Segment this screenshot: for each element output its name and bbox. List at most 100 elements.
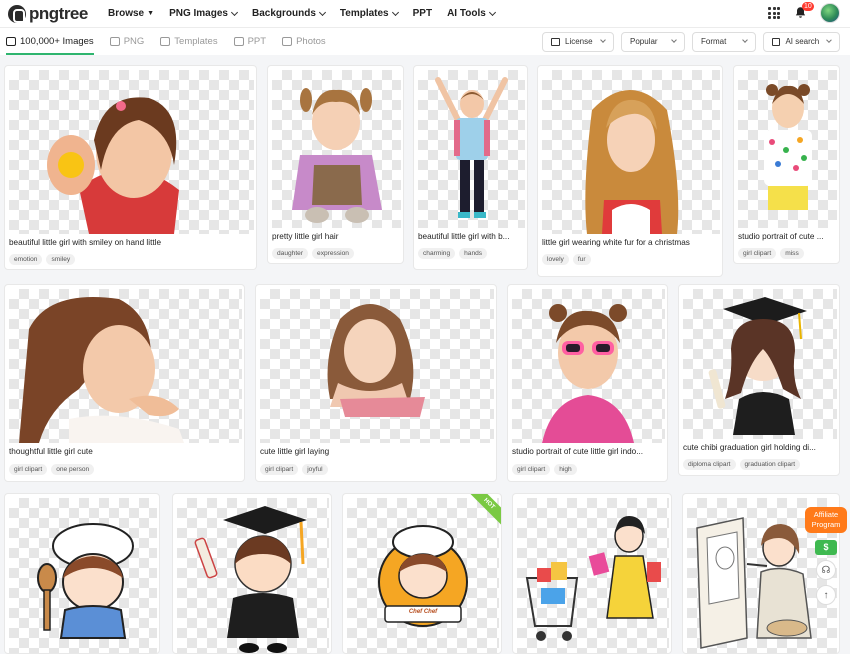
result-card[interactable] [4,493,160,654]
card-title[interactable]: cute little girl laying [260,447,492,456]
tab-images[interactable]: 100,000+ Images [6,28,94,55]
tag[interactable]: fur [572,254,591,265]
tab-photos[interactable]: Photos [282,28,326,55]
thumbnail[interactable] [738,70,837,228]
tag[interactable]: miss [780,248,804,259]
tag[interactable]: high [554,464,577,475]
tag[interactable]: girl clipart [738,248,777,259]
user-avatar[interactable] [820,3,840,23]
format-dropdown[interactable]: Format [692,31,756,52]
license-dropdown[interactable]: License [542,31,614,52]
card-title[interactable]: little girl wearing white fur for a chri… [542,238,718,247]
nav-ai-tools[interactable]: AI Tools [447,8,496,19]
tab-templates-label: Templates [174,36,218,47]
logo-mark-icon [8,4,26,23]
chevron-down-icon [742,37,748,43]
tag[interactable]: graduation clipart [739,459,801,470]
result-card[interactable]: cute little girl laying girl clipart joy… [255,284,497,482]
thumbnail[interactable] [418,70,525,228]
tab-png[interactable]: PNG [109,28,144,55]
headset-icon: ☊ [821,564,831,576]
result-card[interactable]: studio portrait of cute ... girl clipart… [733,65,840,264]
pngtree-logo[interactable]: pngtree [8,4,96,24]
filter-dropdowns: License Popular Format AI search [535,28,840,55]
tag[interactable]: emotion [9,254,43,265]
nav-png-images-label: PNG Images [169,8,228,19]
thumbnail[interactable]: Chef Chef [347,498,499,653]
result-card[interactable]: pretty little girl hair daughter express… [267,65,404,264]
nav-backgrounds-label: Backgrounds [251,8,316,19]
result-card[interactable]: little girl wearing white fur for a chri… [537,65,723,277]
girl-smiley-hand-image [47,97,179,234]
thumbnail[interactable] [177,498,329,653]
thoughtful-girl-image [19,297,184,443]
thumbnail[interactable] [260,289,494,443]
tag[interactable]: one person [51,464,95,475]
tab-templates[interactable]: Templates [160,28,218,55]
result-card[interactable]: beautiful little girl with smiley on han… [4,65,257,270]
nav-templates-label: Templates [339,8,389,19]
nav-browse[interactable]: Browse ▼ [108,8,154,19]
tag[interactable]: diploma clipart [683,459,736,470]
tab-ppt-label: PPT [247,36,267,47]
license-icon [551,37,560,46]
tab-images-label: 100,000+ Images [20,36,94,47]
thumbnail[interactable] [512,289,665,443]
card-title[interactable]: thoughtful little girl cute [9,447,240,456]
notifications-button[interactable]: 10 [794,2,814,20]
tag[interactable]: smiley [46,254,76,265]
result-card[interactable]: Chef Chef HOT [342,493,502,654]
back-to-top-button[interactable]: ↑ [816,585,836,605]
card-title[interactable]: beautiful little girl with b... [418,232,523,241]
nav-templates[interactable]: Templates [339,8,399,19]
chevron-down-icon [671,37,677,43]
nav-browse-label: Browse [108,8,145,19]
tag[interactable]: joyful [302,464,328,475]
tab-ppt[interactable]: PPT [233,28,267,55]
card-title[interactable]: cute chibi graduation girl holding di... [683,443,835,452]
card-title[interactable]: studio portrait of cute little girl indo… [512,447,663,456]
sort-dropdown[interactable]: Popular [621,31,685,52]
result-card[interactable]: cute chibi graduation girl holding di...… [678,284,840,476]
ai-search-dropdown[interactable]: AI search [763,31,840,52]
result-card[interactable]: beautiful little girl with b... charming… [413,65,528,270]
result-card[interactable] [172,493,332,654]
result-card[interactable]: thoughtful little girl cute girl clipart… [4,284,245,482]
logo-text: pngtree [29,3,88,23]
cash-icon[interactable]: $ [815,540,837,555]
nav-ppt[interactable]: PPT [413,8,432,19]
tag[interactable]: lovely [542,254,569,265]
thumbnail[interactable] [9,498,157,653]
thumbnail[interactable] [683,289,837,439]
tag[interactable]: girl clipart [9,464,48,475]
nav-backgrounds[interactable]: Backgrounds [251,8,326,19]
result-card[interactable] [512,493,672,654]
thumbnail[interactable] [272,70,401,228]
card-title[interactable]: studio portrait of cute ... [738,232,835,241]
thumbnail[interactable] [517,498,669,653]
thumbnail[interactable] [542,70,720,234]
ppt-icon [233,37,244,46]
apps-grid-icon[interactable] [768,7,780,19]
tag[interactable]: girl clipart [512,464,551,475]
card-tags: charming hands [418,248,491,259]
affiliate-program-button[interactable]: Affiliate Program [805,507,847,533]
thumbnail[interactable] [9,70,254,234]
result-card[interactable]: studio portrait of cute little girl indo… [507,284,668,482]
card-tags: girl clipart joyful [260,464,332,475]
tag[interactable]: charming [418,248,456,259]
card-title[interactable]: pretty little girl hair [272,232,399,241]
tag[interactable]: expression [312,248,354,259]
tag[interactable]: hands [459,248,488,259]
card-title[interactable]: beautiful little girl with smiley on han… [9,238,252,247]
card-tags: lovely fur [542,254,595,265]
nav-png-images[interactable]: PNG Images [169,8,239,19]
card-tags: girl clipart one person [9,464,98,475]
caret-down-icon: ▼ [147,10,155,17]
chef-logo-text: Chef Chef [408,609,438,615]
girl-arms-up-image [435,77,508,218]
tag[interactable]: daughter [272,248,309,259]
tag[interactable]: girl clipart [260,464,299,475]
headset-support-button[interactable]: ☊ [816,560,836,580]
thumbnail[interactable] [9,289,242,443]
